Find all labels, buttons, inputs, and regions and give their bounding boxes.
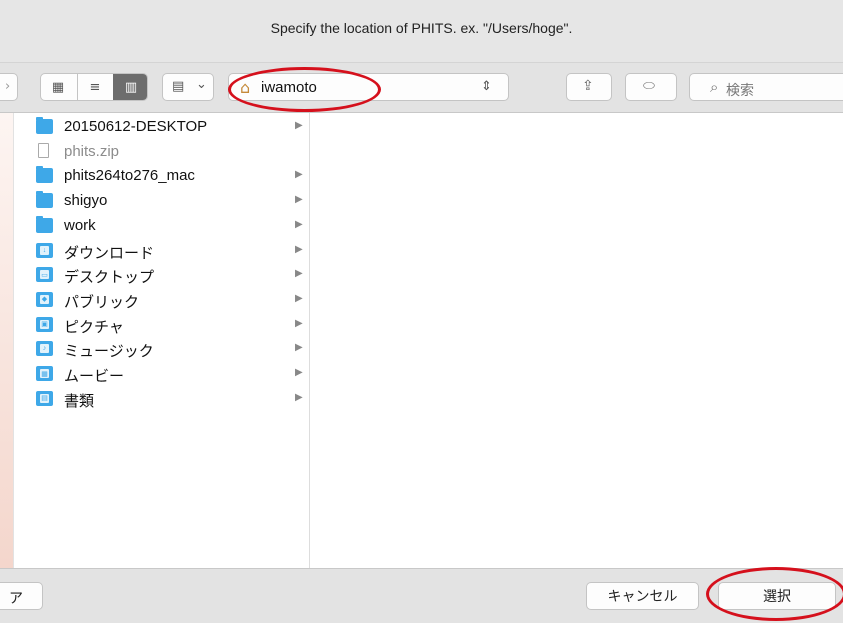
folder-row[interactable]: ↓ ダウンロード ▶: [14, 239, 309, 263]
disclosure-chevron-icon: ▶: [295, 194, 303, 206]
folder-row[interactable]: ▤ 書類 ▶: [14, 387, 309, 411]
row-label: デスクトップ: [64, 269, 155, 287]
file-icon: [38, 142, 49, 158]
disclosure-chevron-icon: ▶: [295, 268, 303, 280]
row-label: ムービー: [64, 368, 125, 385]
row-label: phits264to276_mac: [64, 167, 195, 185]
group-by-button[interactable]: ▤ ⌄: [162, 73, 214, 101]
cancel-button[interactable]: キャンセル: [586, 582, 699, 610]
row-label: shigyo: [64, 192, 108, 210]
special-folder-glyph: ▤: [40, 393, 49, 403]
icon-view-button[interactable]: ▦: [41, 74, 75, 100]
row-label: phits.zip: [64, 142, 120, 160]
row-label: ミュージック: [64, 343, 154, 361]
folder-row[interactable]: shigyo ▶: [14, 189, 309, 213]
folder-icon: [36, 215, 53, 233]
disclosure-chevron-icon: ▶: [295, 342, 303, 354]
dialog-titlebar: Specify the location of PHITS. ex. "/Use…: [0, 0, 843, 63]
toolbar: › ▦ ≡ ▥ ▤ ⌄ ⌂ iwamoto ⇕ ⇪ ⬭ ⌕ 検索: [0, 63, 843, 113]
back-button[interactable]: ›: [0, 73, 18, 101]
folder-icon: [36, 191, 53, 209]
location-label: iwamoto: [261, 79, 317, 96]
choose-button[interactable]: 選択: [718, 582, 836, 610]
special-folder-icon: ▤: [36, 390, 53, 406]
special-folder-glyph: ◆: [40, 294, 49, 304]
special-folder-icon: ▣: [36, 316, 53, 332]
special-folder-glyph: ↓: [40, 245, 49, 255]
new-folder-button-label: ア: [9, 590, 23, 606]
disclosure-chevron-icon: ▶: [295, 218, 303, 230]
folder-icon: [36, 117, 53, 134]
special-folder-glyph: ▣: [40, 319, 49, 329]
folder-row[interactable]: ♪ ミュージック ▶: [14, 337, 309, 361]
special-folder-glyph: ♪: [40, 344, 49, 354]
column-view-button[interactable]: ▥: [113, 74, 147, 100]
special-folder-icon: ▭: [36, 267, 53, 283]
disclosure-chevron-icon: ▶: [295, 317, 303, 329]
special-folder-icon: ▦: [36, 366, 53, 381]
disclosure-chevron-icon: ▶: [295, 391, 303, 403]
tag-button[interactable]: ⬭: [625, 73, 677, 101]
folder-row[interactable]: 20150612-DESKTOP ▶: [14, 115, 309, 139]
search-placeholder: 検索: [726, 82, 754, 98]
folder-icon: [36, 166, 53, 184]
cancel-button-label: キャンセル: [607, 588, 678, 604]
row-label: 書類: [64, 392, 95, 410]
home-icon: ⌂: [240, 78, 251, 97]
folder-row[interactable]: ▣ ピクチャ ▶: [14, 313, 309, 337]
list-view-button[interactable]: ≡: [77, 74, 112, 100]
location-popup[interactable]: ⌂ iwamoto ⇕: [228, 73, 509, 101]
dialog-footer: ア キャンセル 選択: [0, 568, 843, 623]
share-icon: ⇪: [582, 78, 594, 94]
row-label: 20150612-DESKTOP: [64, 118, 208, 135]
file-row[interactable]: phits.zip: [14, 140, 309, 164]
dialog-title: Specify the location of PHITS. ex. "/Use…: [270, 20, 573, 36]
updown-chevron-icon: ⇕: [481, 79, 492, 94]
folder-row[interactable]: ◆ パブリック ▶: [14, 288, 309, 312]
row-label: ピクチャ: [64, 318, 124, 336]
previous-column-edge: [0, 113, 14, 568]
disclosure-chevron-icon: ▶: [295, 169, 303, 181]
share-button[interactable]: ⇪: [566, 73, 612, 101]
new-folder-button[interactable]: ア: [0, 582, 43, 610]
back-chevron-icon: ›: [5, 79, 11, 94]
tag-icon: ⬭: [643, 78, 655, 94]
special-folder-icon: ◆: [36, 291, 53, 307]
view-mode-segmented: ▦ ≡ ▥: [40, 73, 148, 101]
row-label: パブリック: [64, 293, 140, 311]
folder-row[interactable]: phits264to276_mac ▶: [14, 164, 309, 188]
search-field[interactable]: ⌕ 検索: [689, 73, 843, 101]
folder-row[interactable]: work ▶: [14, 214, 309, 238]
special-folder-icon: ↓: [36, 242, 53, 258]
disclosure-chevron-icon: ▶: [295, 367, 303, 378]
search-icon: ⌕: [710, 78, 719, 96]
row-label: ダウンロード: [64, 244, 155, 262]
disclosure-chevron-icon: ▶: [295, 243, 303, 255]
special-folder-glyph: ▦: [40, 369, 49, 378]
file-browser-column: 20150612-DESKTOP ▶ phits.zip phits264to276_…: [14, 113, 310, 568]
row-label: work: [64, 216, 96, 234]
special-folder-glyph: ▭: [40, 270, 49, 280]
group-icon: ▤: [172, 79, 185, 94]
folder-row[interactable]: ▭ デスクトップ ▶: [14, 263, 309, 287]
special-folder-icon: ♪: [36, 341, 53, 357]
chevron-down-icon: ⌄: [196, 77, 207, 92]
disclosure-chevron-icon: ▶: [295, 120, 303, 131]
folder-row[interactable]: ▦ ムービー ▶: [14, 362, 309, 386]
choose-button-label: 選択: [763, 588, 791, 604]
disclosure-chevron-icon: ▶: [295, 292, 303, 304]
